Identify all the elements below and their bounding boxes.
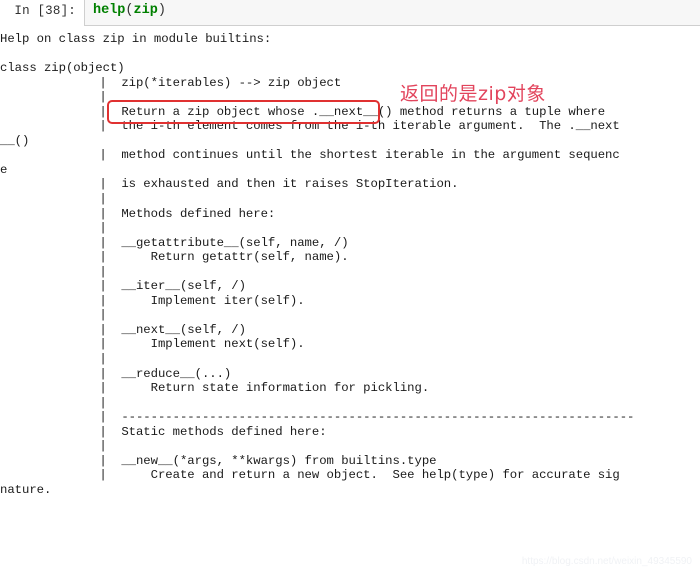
watermark-text: https://blog.csdn.net/weixin_49345590 — [521, 556, 692, 567]
code-token-zip: zip — [133, 3, 158, 18]
output-wrapped-line: nature. — [0, 482, 52, 497]
output-wrapped-line: __() — [0, 133, 30, 148]
code-input-editor[interactable]: help(zip) — [84, 0, 700, 26]
annotation-note-text: 返回的是zip对象 — [400, 83, 546, 105]
code-token-open-paren: ( — [125, 3, 134, 18]
output-wrapped-line: e — [0, 162, 8, 177]
input-prompt-label: In [38]: — [14, 4, 76, 18]
code-token-help: help — [93, 3, 126, 18]
output-wrapped-line: class zip(object) — [0, 61, 125, 76]
help-output-text: Help on class zip in module builtins: cl… — [0, 32, 700, 498]
output-wrapped-line: Help on class zip in module builtins: — [0, 32, 272, 46]
code-token-close-paren: ) — [157, 3, 166, 18]
notebook-cell: In [38]: help(zip) Help on class zip in … — [0, 0, 700, 498]
output-area: Help on class zip in module builtins: cl… — [0, 26, 700, 498]
input-cell-row: In [38]: help(zip) — [0, 0, 700, 26]
